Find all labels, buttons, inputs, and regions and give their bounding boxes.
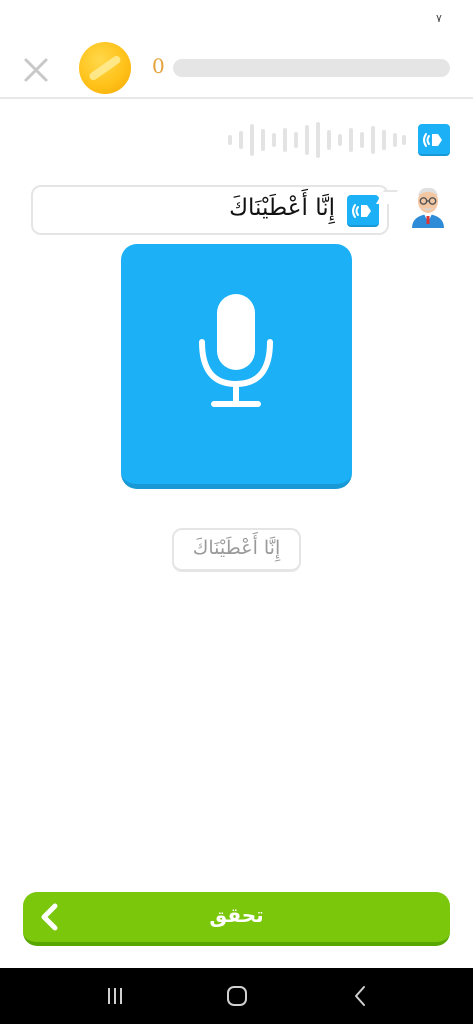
phrase-hint-text: إِنَّا أَعْطَيْنَاكَ	[192, 537, 281, 559]
play-sentence-button[interactable]	[347, 195, 379, 227]
home-icon	[227, 986, 247, 1006]
header-divider	[0, 97, 473, 99]
phrase-hint-chip: إِنَّا أَعْطَيْنَاكَ	[172, 528, 301, 572]
audio-prompt	[0, 120, 473, 160]
system-navigation-bar	[0, 968, 473, 1024]
sentence-text: إِنَّا أَعْطَيْنَاكَ	[229, 195, 335, 221]
speech-bubble: إِنَّا أَعْطَيْنَاكَ	[31, 185, 389, 235]
lesson-header: 0	[0, 40, 473, 100]
lesson-progress-bar	[173, 59, 450, 77]
speaker-icon	[423, 133, 442, 147]
teacher-avatar-icon	[412, 187, 444, 228]
check-button-label: تحقق	[209, 903, 264, 927]
check-button[interactable]: تحقق	[23, 892, 450, 946]
character-speech-row: إِنَّا أَعْطَيْنَاكَ	[0, 182, 473, 238]
status-bar: ٧	[0, 0, 473, 40]
close-icon	[24, 58, 48, 82]
back-button[interactable]	[347, 982, 375, 1010]
record-microphone-button[interactable]	[121, 244, 352, 489]
play-prompt-button[interactable]	[418, 124, 450, 156]
status-indicator: ٧	[436, 12, 442, 25]
waveform-icon	[228, 122, 406, 158]
speaker-icon	[352, 204, 371, 218]
close-button[interactable]	[20, 54, 52, 86]
recents-button[interactable]	[101, 982, 129, 1010]
coin-icon	[79, 42, 131, 94]
back-icon	[355, 986, 365, 1006]
recents-icon	[108, 988, 122, 1004]
xp-count: 0	[152, 54, 165, 78]
home-button[interactable]	[223, 982, 251, 1010]
microphone-icon	[199, 294, 273, 407]
